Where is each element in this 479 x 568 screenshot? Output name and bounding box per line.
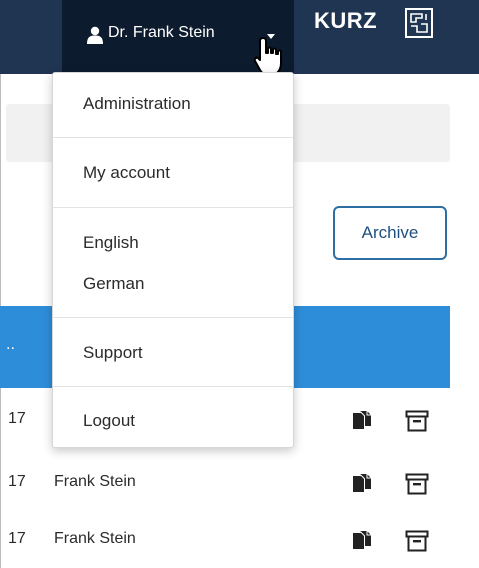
row-name: Frank Stein xyxy=(54,473,136,490)
user-menu-toggle[interactable]: Dr. Frank Stein xyxy=(62,0,294,76)
archive-box-icon[interactable] xyxy=(405,410,429,432)
archive-box-icon[interactable] xyxy=(405,530,429,552)
row-name: Frank Stein xyxy=(54,530,136,547)
menu-divider xyxy=(53,137,293,138)
copy-icon[interactable] xyxy=(352,410,372,430)
user-dropdown-menu: Administration My account English German… xyxy=(52,72,294,448)
row-date: 17 xyxy=(8,530,26,547)
copy-icon[interactable] xyxy=(352,473,372,493)
menu-item-my-account[interactable]: My account xyxy=(83,163,170,183)
column-header-truncated: .. xyxy=(6,336,15,353)
menu-item-logout[interactable]: Logout xyxy=(83,411,135,431)
row-date: 17 xyxy=(8,410,26,427)
menu-item-support[interactable]: Support xyxy=(83,343,143,363)
user-icon xyxy=(87,26,103,44)
menu-item-administration[interactable]: Administration xyxy=(83,94,191,114)
brand-name: KURZ xyxy=(314,8,378,33)
menu-divider xyxy=(53,317,293,318)
brand-logo-icon xyxy=(405,8,433,38)
table-row[interactable]: 17 Frank Stein xyxy=(0,455,450,511)
top-navbar: Dr. Frank Stein KURZ xyxy=(0,0,479,76)
user-name: Dr. Frank Stein xyxy=(108,24,215,41)
row-date: 17 xyxy=(8,473,26,490)
table-row[interactable]: 17 Frank Stein xyxy=(0,512,450,568)
menu-divider xyxy=(53,207,293,208)
menu-item-english[interactable]: English xyxy=(83,233,139,253)
archive-box-icon[interactable] xyxy=(405,473,429,495)
archive-button[interactable]: Archive xyxy=(333,206,447,260)
menu-item-german[interactable]: German xyxy=(83,274,144,294)
menu-divider xyxy=(53,386,293,387)
copy-icon[interactable] xyxy=(352,530,372,550)
